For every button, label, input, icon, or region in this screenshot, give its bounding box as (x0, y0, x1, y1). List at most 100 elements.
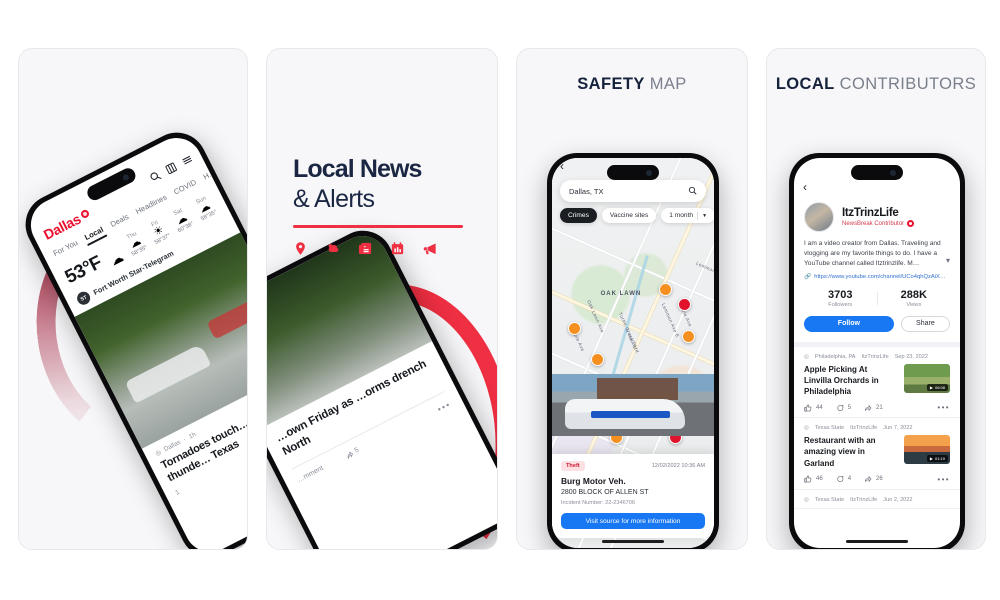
search-value: Dallas, TX (569, 186, 604, 196)
home-indicator (602, 539, 664, 543)
share-button[interactable]: 21 (864, 404, 883, 412)
post-location: Texas State (814, 425, 845, 432)
stat-followers: 3703 Followers (804, 289, 877, 308)
share-count: 21 (876, 404, 883, 411)
more-options-button[interactable]: ••• (937, 403, 950, 412)
share-button[interactable]: 5 (345, 447, 361, 460)
chip-crimes[interactable]: Crimes (560, 208, 597, 223)
map-pin-incident[interactable] (658, 282, 672, 296)
profile-name: ItzTrinzLife (842, 207, 899, 219)
profile-stats: 3703 Followers 288K Views (794, 280, 960, 308)
post-thumbnail[interactable]: ▶ 06:08 (904, 363, 950, 393)
profile-bio-text: I am a video creator from Dallas. Travel… (804, 240, 941, 268)
phone-screen-map: OAK LAWN CIT… UPTOWN Lemmon Ave E Cole A… (552, 158, 714, 548)
map-filter-chips[interactable]: Crimes Vaccine sites 1 month ▼ (560, 208, 714, 223)
incident-title: Burg Motor Veh. (561, 476, 626, 486)
post-actions[interactable]: 46 4 26 ••• (804, 475, 950, 484)
search-icon[interactable] (688, 186, 697, 197)
incident-detail-card[interactable]: Theft 12/02/2022 10:36 AM Burg Motor Veh… (552, 454, 714, 538)
map-pin-incident[interactable] (590, 353, 604, 366)
incident-address: 2800 BLOCK OF ALLEN ST (561, 489, 649, 496)
post-actions[interactable]: 44 5 21 ••• (804, 403, 950, 412)
photo-building (597, 377, 679, 401)
chevron-down-icon[interactable]: ▼ (702, 213, 707, 219)
stat-value: 288K (900, 288, 927, 301)
comment-button[interactable]: 5 (836, 404, 851, 412)
post-title: Restaurant with an amazing view in Garla… (804, 436, 876, 468)
list-item[interactable]: ◎ Philadelphia, PA ItzTrinzLife Sep 23, … (794, 347, 960, 419)
panel-title-light: MAP (649, 75, 687, 93)
profile-link-row[interactable]: 🔗 https://www.youtube.com/channel/UCo4qh… (794, 270, 960, 280)
stat-label: Views (906, 301, 922, 308)
back-chevron-icon[interactable]: ‹ (803, 180, 807, 194)
profile-bio[interactable]: I am a video creator from Dallas. Travel… (794, 232, 960, 270)
tab-more[interactable]: H… (202, 168, 218, 182)
search-icon[interactable] (147, 167, 165, 188)
post-body: Restaurant with an amazing view in Garla… (804, 435, 950, 469)
megaphone-icon (422, 241, 438, 261)
like-count: 44 (816, 404, 823, 411)
more-options-button[interactable]: ••• (937, 475, 950, 484)
profile-link[interactable]: https://www.youtube.com/channel/UCo4qhQz… (814, 274, 950, 280)
incident-header: Theft 12/02/2022 10:36 AM (561, 461, 705, 471)
share-button[interactable]: Share (900, 315, 950, 332)
post-body: Apple Picking At Linvilla Orchards in Ph… (804, 363, 950, 398)
stat-value: 3703 (828, 288, 853, 301)
post-date: Sep 23, 2022 (894, 353, 928, 360)
share-count: 5 (353, 447, 361, 456)
post-thumbnail[interactable]: ▶ 01:19 (904, 435, 950, 465)
stat-label: Followers (828, 301, 853, 308)
dynamic-island (851, 165, 903, 180)
panel-safety-map[interactable]: SAFETY MAP OAK LAWN Lemmon Ave E Cole Av… (516, 48, 748, 550)
panel-local-news-alerts[interactable]: …own Friday as …orms drench North …mment… (266, 48, 498, 550)
profile-actions[interactable]: Follow Share (794, 308, 960, 342)
accent-rule (293, 225, 463, 229)
hamburger-menu-icon[interactable] (179, 151, 197, 172)
home-indicator (846, 539, 908, 543)
map-pin-incident[interactable] (568, 321, 582, 335)
like-button[interactable]: 1 (174, 489, 180, 497)
link-icon: 🔗 (804, 273, 812, 280)
like-count: 46 (816, 476, 823, 483)
weather-cloud-icon (325, 241, 341, 261)
list-item[interactable]: ◎ Texas State ItzTrinzLife Jun 2, 2022 (794, 490, 960, 509)
map-pin-incident[interactable] (681, 329, 695, 343)
panel-title-bold: LOCAL (775, 75, 835, 93)
play-icon: ▶ (929, 456, 933, 462)
panel-local-contributors[interactable]: LOCAL CONTRIBUTORS ‹ ItzTrinzLife NewsBr… (766, 48, 986, 550)
avatar[interactable] (804, 202, 834, 232)
chip-label: Vaccine sites (609, 212, 649, 219)
comment-button[interactable]: 4 (836, 475, 851, 483)
bookmark-icon[interactable] (163, 159, 181, 180)
share-count: 26 (876, 476, 883, 483)
share-button[interactable]: 26 (864, 475, 883, 483)
list-item[interactable]: ◎ Texas State ItzTrinzLife Jun 7, 2022 R… (794, 418, 960, 490)
chip-time-range[interactable]: 1 month ▼ (661, 208, 714, 223)
panel-news-feed[interactable]: Dallas For You Local Deals Headlines COV… (18, 48, 248, 550)
dynamic-island (607, 165, 659, 180)
post-date: Jun 7, 2022 (883, 425, 913, 432)
like-button[interactable]: 44 (804, 403, 823, 412)
duration-label: 06:08 (934, 384, 945, 390)
verified-badge-icon (907, 220, 915, 227)
incident-category-badge: Theft (561, 461, 585, 471)
map-search-wrapper: Dallas, TX (560, 180, 706, 202)
incident-number: Incident Number: 22-2346706 (561, 500, 636, 506)
location-pin-icon: ◎ (804, 353, 809, 360)
comment-button[interactable]: …mment (296, 465, 324, 484)
follow-button[interactable]: Follow (804, 315, 894, 332)
chevron-down-icon[interactable]: ▾ (946, 255, 950, 267)
more-options-button[interactable]: ••• (436, 399, 453, 414)
visit-source-button[interactable]: Visit source for more information (561, 513, 705, 529)
brand-dot-icon (80, 208, 91, 220)
back-chevron-icon[interactable]: ‹ (560, 160, 564, 172)
profile-role: NewsBreak Contributor (842, 220, 915, 227)
profile-role-label: NewsBreak Contributor (842, 220, 905, 227)
post-date: Jun 2, 2022 (883, 496, 913, 503)
chip-vaccine-sites[interactable]: Vaccine sites (601, 208, 657, 223)
incident-datetime: 12/02/2022 10:36 AM (651, 463, 705, 469)
panel-title-light: CONTRIBUTORS (839, 75, 977, 93)
search-input[interactable]: Dallas, TX (560, 180, 706, 202)
like-button[interactable]: 46 (804, 475, 823, 483)
chip-label: 1 month (669, 212, 694, 219)
